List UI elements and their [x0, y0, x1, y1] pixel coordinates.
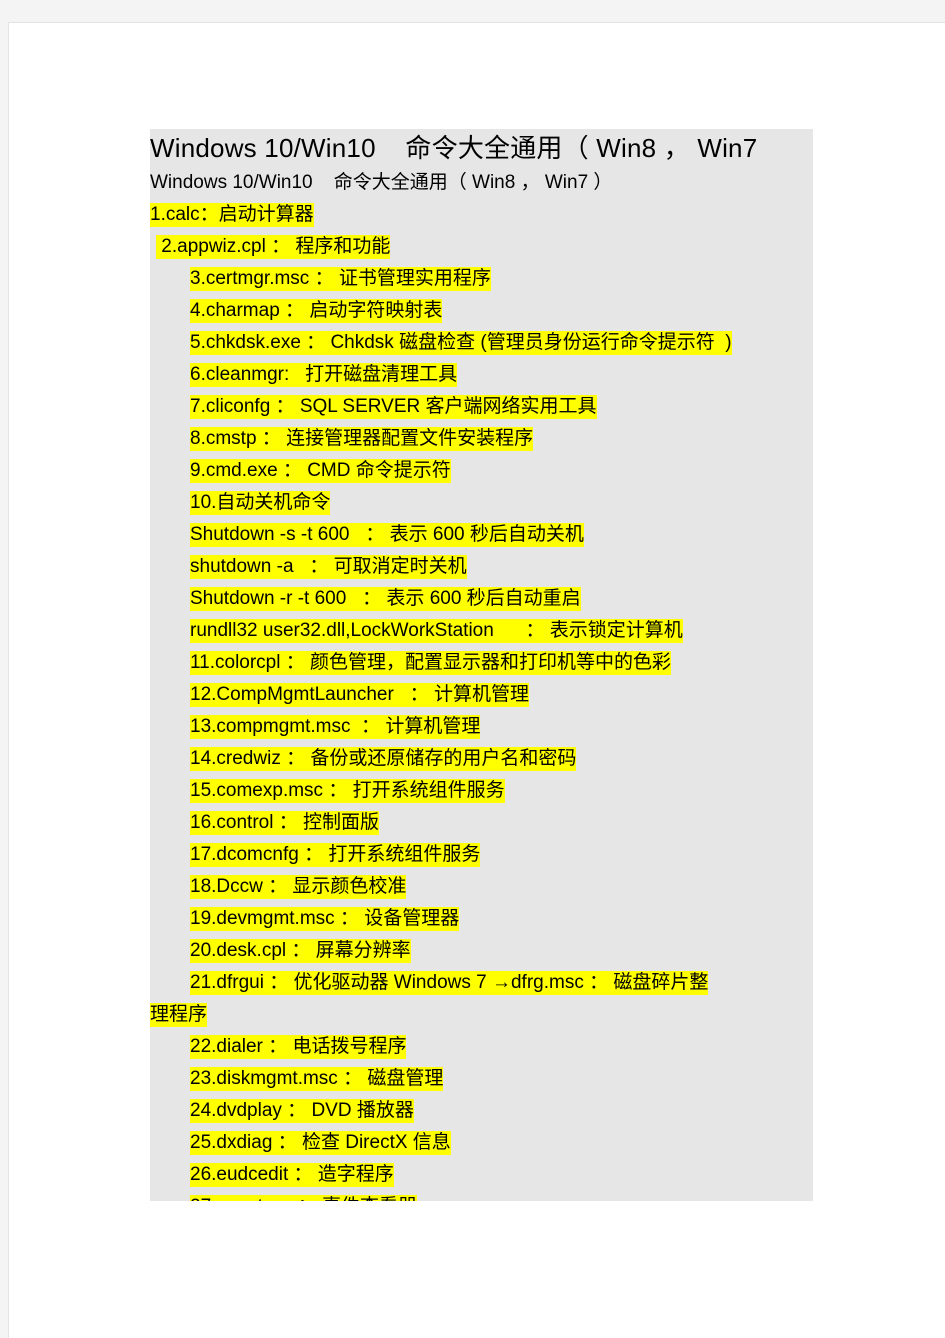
document-title-text: Windows 10/Win10 命令大全通用（ Win8 ， Win7 [150, 133, 758, 163]
command-line: shutdown -a ： 可取消定时关机 [150, 551, 813, 583]
command-line: 4.charmap ： 启动字符映射表 [150, 295, 813, 327]
command-line-text: 12.CompMgmtLauncher ： 计算机管理 [190, 683, 529, 707]
command-line: 15.comexp.msc ： 打开系统组件服务 [150, 775, 813, 807]
command-line-text: 14.credwiz ： 备份或还原储存的用户名和密码 [190, 747, 577, 771]
command-line: 22.dialer ： 电话拨号程序 [150, 1031, 813, 1063]
document-title: Windows 10/Win10 命令大全通用（ Win8 ， Win7 [150, 129, 813, 169]
command-line-text: 26.eudcedit ： 造字程序 [190, 1163, 394, 1187]
command-line: 2.appwiz.cpl ： 程序和功能 [150, 231, 813, 263]
article-content-block: Windows 10/Win10 命令大全通用（ Win8 ， Win7 Win… [150, 129, 813, 1201]
document-subtitle-text: Windows 10/Win10 命令大全通用（ Win8 ， Win7 ） [150, 172, 613, 193]
command-list: 1.calc：启动计算器 2.appwiz.cpl ： 程序和功能 3.certm… [150, 199, 813, 1201]
command-line-text: 24.dvdplay ： DVD 播放器 [190, 1099, 414, 1123]
command-line-text: 19.devmgmt.msc ： 设备管理器 [190, 907, 460, 931]
command-line: rundll32 user32.dll,LockWorkStation ： 表示… [150, 615, 813, 647]
command-line-text: 11.colorcpl ： 颜色管理，配置显示器和打印机等中的色彩 [190, 651, 672, 675]
command-line: 18.Dccw ： 显示颜色校准 [150, 871, 813, 903]
command-line-text: rundll32 user32.dll,LockWorkStation ： 表示… [190, 619, 683, 643]
command-line: 21.dfrgui ： 优化驱动器 Windows 7 →dfrg.msc ： … [150, 967, 813, 999]
command-line: 16.control ： 控制面版 [150, 807, 813, 839]
command-line: 5.chkdsk.exe ： Chkdsk 磁盘检查 (管理员身份运行命令提示符… [150, 327, 813, 359]
command-line: 13.compmgmt.msc ： 计算机管理 [150, 711, 813, 743]
command-line: Shutdown -s -t 600 ： 表示 600 秒后自动关机 [150, 519, 813, 551]
left-margin-strip [0, 0, 8, 1338]
command-line: 27.eventvwr ： 事件查看器 [150, 1191, 813, 1201]
command-line: 14.credwiz ： 备份或还原储存的用户名和密码 [150, 743, 813, 775]
command-line: 19.devmgmt.msc ： 设备管理器 [150, 903, 813, 935]
command-line: 20.desk.cpl ： 屏幕分辨率 [150, 935, 813, 967]
command-line-text: 10.自动关机命令 [190, 491, 331, 515]
command-line-text: 6.cleanmgr: 打开磁盘清理工具 [190, 363, 458, 387]
command-line: 17.dcomcnfg ： 打开系统组件服务 [150, 839, 813, 871]
command-line-text: shutdown -a ： 可取消定时关机 [190, 555, 467, 579]
command-line: 24.dvdplay ： DVD 播放器 [150, 1095, 813, 1127]
command-line: 理程序 [150, 999, 813, 1031]
command-line-text: 17.dcomcnfg ： 打开系统组件服务 [190, 843, 481, 867]
command-line-text: 20.desk.cpl ： 屏幕分辨率 [190, 939, 411, 963]
command-line-text: 13.compmgmt.msc ： 计算机管理 [190, 715, 481, 739]
command-line-text: 4.charmap ： 启动字符映射表 [190, 299, 443, 323]
command-line: 26.eudcedit ： 造字程序 [150, 1159, 813, 1191]
command-line: Shutdown -r -t 600 ： 表示 600 秒后自动重启 [150, 583, 813, 615]
command-line-text: 2.appwiz.cpl ： 程序和功能 [156, 235, 391, 259]
command-line: 1.calc：启动计算器 [150, 199, 813, 231]
document-page: Windows 10/Win10 命令大全通用（ Win8 ， Win7 Win… [8, 22, 945, 1338]
command-line-text: 15.comexp.msc ： 打开系统组件服务 [190, 779, 505, 803]
command-line-text: 25.dxdiag ： 检查 DirectX 信息 [190, 1131, 451, 1155]
command-line-text: Shutdown -r -t 600 ： 表示 600 秒后自动重启 [190, 587, 581, 611]
command-line: 25.dxdiag ： 检查 DirectX 信息 [150, 1127, 813, 1159]
command-line-text: 18.Dccw ： 显示颜色校准 [190, 875, 407, 899]
command-line-text: 理程序 [150, 1003, 208, 1027]
command-line: 8.cmstp ： 连接管理器配置文件安装程序 [150, 423, 813, 455]
command-line-text: 1.calc：启动计算器 [150, 203, 314, 227]
command-line: 10.自动关机命令 [150, 487, 813, 519]
command-line-text: 16.control ： 控制面版 [190, 811, 379, 835]
command-line-text: 7.cliconfg ： SQL SERVER 客户端网络实用工具 [190, 395, 597, 419]
command-line: 11.colorcpl ： 颜色管理，配置显示器和打印机等中的色彩 [150, 647, 813, 679]
command-line: 3.certmgr.msc ： 证书管理实用程序 [150, 263, 813, 295]
command-line-text: 8.cmstp ： 连接管理器配置文件安装程序 [190, 427, 534, 451]
document-subtitle: Windows 10/Win10 命令大全通用（ Win8 ， Win7 ） [150, 169, 813, 199]
command-line: 7.cliconfg ： SQL SERVER 客户端网络实用工具 [150, 391, 813, 423]
command-line-text: Shutdown -s -t 600 ： 表示 600 秒后自动关机 [190, 523, 584, 547]
top-margin-strip [0, 0, 945, 22]
command-line: 9.cmd.exe ： CMD 命令提示符 [150, 455, 813, 487]
command-line-text: 21.dfrgui ： 优化驱动器 Windows 7 →dfrg.msc ： … [190, 971, 709, 995]
command-line: 12.CompMgmtLauncher ： 计算机管理 [150, 679, 813, 711]
command-line-text: 9.cmd.exe ： CMD 命令提示符 [190, 459, 451, 483]
command-line-text: 5.chkdsk.exe ： Chkdsk 磁盘检查 (管理员身份运行命令提示符… [190, 331, 732, 355]
command-line-text: 23.diskmgmt.msc ： 磁盘管理 [190, 1067, 444, 1091]
command-line: 23.diskmgmt.msc ： 磁盘管理 [150, 1063, 813, 1095]
command-line-text: 27.eventvwr ： 事件查看器 [190, 1195, 417, 1201]
command-line-text: 22.dialer ： 电话拨号程序 [190, 1035, 407, 1059]
command-line: 6.cleanmgr: 打开磁盘清理工具 [150, 359, 813, 391]
command-line-text: 3.certmgr.msc ： 证书管理实用程序 [190, 267, 491, 291]
